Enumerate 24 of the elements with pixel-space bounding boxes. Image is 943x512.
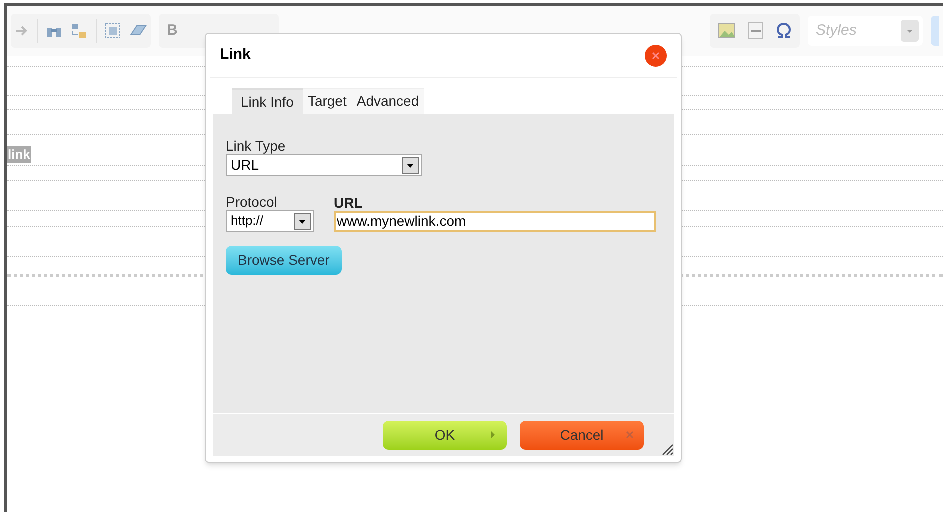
dialog-tab[interactable]: Advanced (352, 88, 424, 114)
dialog-tab[interactable]: Link Info (232, 88, 303, 114)
ok-button[interactable]: OK (383, 420, 507, 450)
cancel-button[interactable]: Cancel (520, 420, 644, 450)
arrow-icon (489, 430, 497, 440)
url-input[interactable]: www.mynewlink.com (334, 211, 656, 232)
selected-text: link (7, 146, 32, 163)
image-icon[interactable] (718, 23, 736, 39)
dialog-title: Link (220, 45, 251, 66)
redo-arrow-icon[interactable] (15, 25, 29, 37)
eraser-icon[interactable] (129, 24, 147, 38)
dialog-tab[interactable]: Target (302, 88, 352, 114)
link-type-select[interactable]: URL (226, 154, 422, 176)
select-all-icon[interactable] (105, 23, 121, 39)
omega-icon[interactable] (776, 23, 792, 39)
field-label: URL (334, 195, 364, 211)
protocol-select[interactable]: http:// (226, 210, 314, 232)
resize-handle-icon[interactable] (660, 442, 674, 456)
field-label: Protocol (226, 194, 278, 210)
field-label: Link Type (226, 138, 287, 154)
browse-server-button[interactable]: Browse Server (226, 246, 342, 275)
close-icon[interactable] (645, 44, 667, 66)
replace-icon[interactable] (70, 23, 88, 39)
cross-icon (626, 430, 634, 440)
